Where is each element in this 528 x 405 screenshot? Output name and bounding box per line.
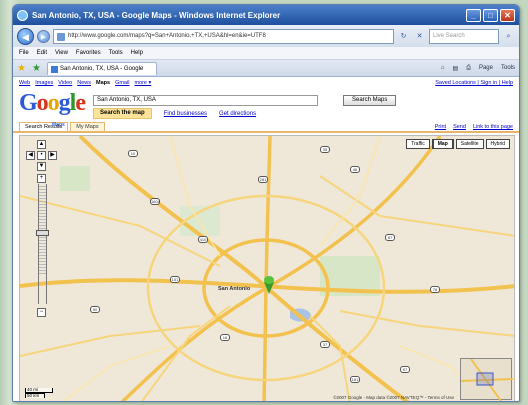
stop-icon[interactable]: ✕ <box>413 30 426 43</box>
home-icon[interactable]: ⌂ <box>441 65 445 72</box>
send-link[interactable]: Send <box>453 124 466 130</box>
pan-right-icon[interactable]: ▶ <box>48 151 57 160</box>
pan-left-icon[interactable]: ◀ <box>26 151 35 160</box>
search-maps-button[interactable]: Search Maps <box>343 95 397 106</box>
option-get-directions[interactable]: Get directions <box>219 111 256 117</box>
refresh-icon[interactable]: ↻ <box>397 30 410 43</box>
scale-km: 50 km <box>25 393 45 398</box>
traffic-button[interactable]: Traffic <box>406 139 430 149</box>
highway-shield: 1604 <box>150 198 160 205</box>
live-search-input[interactable]: Live Search <box>429 28 499 44</box>
highway-shield: 181 <box>350 376 360 383</box>
option-find-businesses[interactable]: Find businesses <box>164 111 207 117</box>
location-pin-icon[interactable] <box>264 276 274 294</box>
search-icon[interactable]: ⌕ <box>502 30 515 43</box>
tab-my-maps[interactable]: My Maps <box>70 122 105 131</box>
pan-center-icon[interactable]: • <box>37 151 46 160</box>
page-menu[interactable]: Page <box>479 65 493 72</box>
nav-news[interactable]: News <box>77 80 91 86</box>
hybrid-button[interactable]: Hybrid <box>485 139 510 149</box>
zoom-out-button[interactable]: − <box>37 308 46 317</box>
pan-down-icon[interactable]: ▼ <box>37 162 46 171</box>
zoom-in-button[interactable]: + <box>37 174 46 183</box>
zoom-slider-handle[interactable] <box>36 230 49 236</box>
link-to-page[interactable]: Link to this page <box>473 124 513 130</box>
nav-web[interactable]: Web <box>19 80 30 86</box>
close-button[interactable]: ✕ <box>500 8 515 22</box>
google-logo[interactable]: Google Maps <box>19 91 86 128</box>
highway-shield: 10 <box>128 150 138 157</box>
highway-shield: 281 <box>258 176 268 183</box>
map-copyright: ©2007 Google - Map data ©2007 NAVTEQ™ - … <box>333 395 454 400</box>
satellite-button[interactable]: Satellite <box>455 139 484 149</box>
google-header: Google Maps San Antonio, TX, USA Search t… <box>13 89 519 128</box>
highway-shield: 46 <box>350 166 360 173</box>
account-links[interactable]: Saved Locations | Sign in | Help <box>435 80 513 86</box>
favorites-star-icon[interactable]: ★ <box>17 63 29 74</box>
overview-map[interactable] <box>460 358 513 401</box>
nav-more[interactable]: more ▾ <box>134 80 151 86</box>
title-bar: San Antonio, TX, USA - Google Maps - Win… <box>13 5 519 25</box>
map-roads <box>20 136 514 401</box>
forward-button[interactable]: ▶ <box>37 29 50 43</box>
feeds-icon[interactable]: ▤ <box>452 65 458 72</box>
desktop-background: San Antonio, TX, USA - Google Maps - Win… <box>0 0 528 405</box>
menu-view[interactable]: View <box>55 50 68 56</box>
browser-window: San Antonio, TX, USA - Google Maps - Win… <box>12 4 520 402</box>
highway-shield: 151 <box>170 276 180 283</box>
highway-shield: 37 <box>320 341 330 348</box>
highway-shield: 78 <box>430 286 440 293</box>
tools-menu[interactable]: Tools <box>501 65 515 72</box>
nav-images[interactable]: Images <box>35 80 53 86</box>
maximize-button[interactable]: □ <box>483 8 498 22</box>
menu-bar: File Edit View Favorites Tools Help <box>13 47 519 60</box>
menu-edit[interactable]: Edit <box>37 50 47 56</box>
zoom-slider[interactable] <box>38 184 47 304</box>
map-canvas[interactable]: 10 35 281 410 87 16 151 90 1604 37 181 4… <box>19 135 515 401</box>
park-area <box>60 166 90 191</box>
highway-shield: 35 <box>320 146 330 153</box>
ie-icon <box>17 9 28 21</box>
highway-shield: 410 <box>198 236 208 243</box>
print-link[interactable]: Print <box>435 124 446 130</box>
add-favorites-icon[interactable]: ★ <box>32 63 44 74</box>
logo-maps-label: Maps <box>52 122 65 128</box>
highway-shield: 90 <box>90 306 100 313</box>
city-label: San Antonio <box>218 286 251 292</box>
highway-shield: 16 <box>220 334 230 341</box>
results-tab-bar: Search Results My Maps Print Send Link t… <box>13 121 519 133</box>
menu-tools[interactable]: Tools <box>109 50 123 56</box>
tab-row: ★ ★ San Antonio, TX, USA - Google Maps ⌂… <box>13 60 519 84</box>
highway-shield: 97 <box>400 366 410 373</box>
pan-up-icon[interactable]: ▲ <box>37 140 46 149</box>
tab-google-maps[interactable]: San Antonio, TX, USA - Google Maps <box>47 61 157 84</box>
menu-file[interactable]: File <box>19 50 29 56</box>
map-type-controls: Traffic Map Satellite Hybrid <box>406 139 510 149</box>
menu-help[interactable]: Help <box>131 50 143 56</box>
address-input[interactable]: http://www.google.com/maps?q=San+Antonio… <box>53 28 394 44</box>
minimize-button[interactable]: _ <box>466 8 481 22</box>
google-top-nav: Web Images Video News Maps Gmail more ▾ … <box>13 77 519 89</box>
address-row: ◀ ▶ http://www.google.com/maps?q=San+Ant… <box>13 25 519 47</box>
nav-video[interactable]: Video <box>58 80 72 86</box>
nav-gmail[interactable]: Gmail <box>115 80 129 86</box>
back-button[interactable]: ◀ <box>17 27 34 45</box>
map-scale: 40 mi 50 km <box>25 387 53 398</box>
option-search-map[interactable]: Search the map <box>93 108 152 119</box>
nav-maps: Maps <box>96 80 111 86</box>
menu-favorites[interactable]: Favorites <box>76 50 101 56</box>
map-button[interactable]: Map <box>431 139 454 149</box>
print-icon[interactable]: ⎙ <box>466 65 471 72</box>
overview-roads <box>461 359 513 401</box>
page-content: Web Images Video News Maps Gmail more ▾ … <box>13 77 519 401</box>
map-search-input[interactable]: San Antonio, TX, USA <box>93 95 318 106</box>
window-title: San Antonio, TX, USA - Google Maps - Win… <box>32 10 281 20</box>
highway-shield: 87 <box>385 234 395 241</box>
